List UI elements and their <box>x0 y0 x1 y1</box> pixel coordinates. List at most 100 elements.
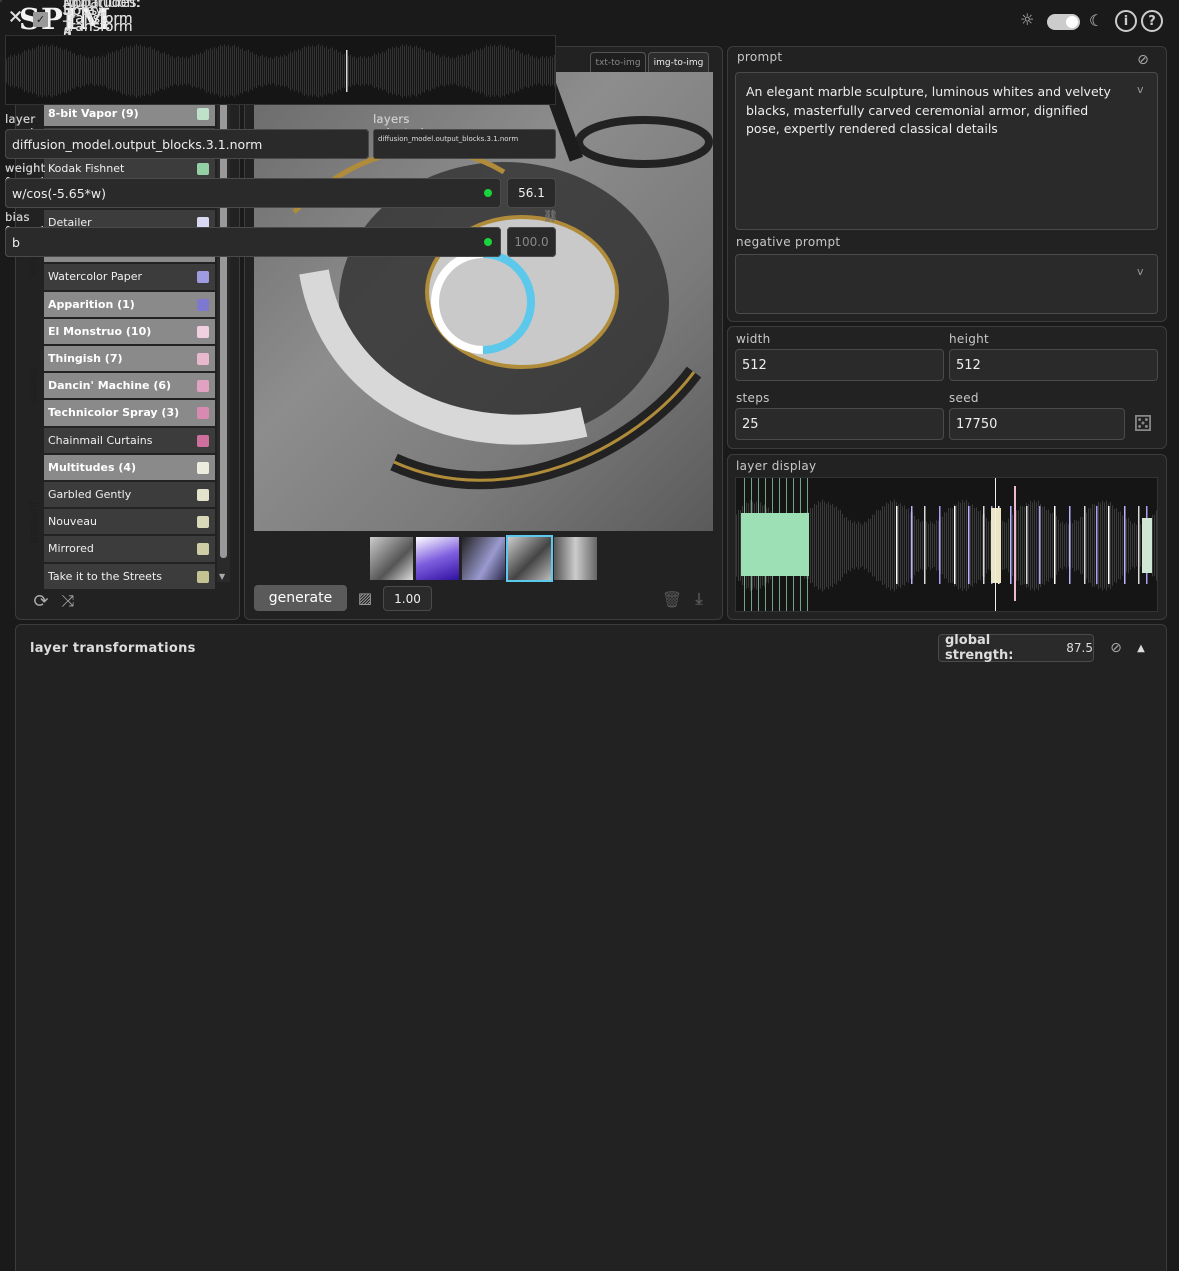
preset-item[interactable]: El Monstruo (10) <box>44 318 215 345</box>
layer-display-viz <box>735 477 1158 612</box>
shuffle-icon[interactable]: ⤨ <box>58 591 78 611</box>
tab-txt-to-img[interactable]: txt-to-img <box>590 52 646 72</box>
preset-swatch <box>197 380 209 393</box>
prompt-label: prompt <box>737 50 783 64</box>
layer-transforms-panel <box>15 624 1167 1271</box>
preset-item[interactable]: Garbled Gently <box>44 482 215 509</box>
preset-item-label: Take it to the Streets <box>48 569 162 583</box>
weight-strength-input[interactable]: 56.1 <box>507 178 556 208</box>
layer-display-label: layer display <box>736 459 817 473</box>
preset-group-bar: Jumbled <box>24 455 42 590</box>
preset-group-label: Jumbled <box>27 501 39 543</box>
strength-input[interactable]: 1.00 <box>383 586 432 611</box>
preset-item-label: 8-bit Vapor (9) <box>48 107 139 121</box>
generate-button[interactable]: generate <box>254 585 347 611</box>
preset-swatch <box>197 407 209 420</box>
theme-toggle[interactable] <box>1047 14 1080 30</box>
preset-item[interactable]: Apparition (1) <box>44 291 215 318</box>
download-icon[interactable]: ⤓ <box>689 589 709 609</box>
bias-formula-input[interactable]: b <box>5 227 501 257</box>
negative-prompt-textarea[interactable] <box>735 254 1158 314</box>
preset-swatch <box>197 353 209 365</box>
bias-strength-input[interactable]: 100.0 <box>507 227 556 257</box>
preset-swatch <box>197 461 209 474</box>
moon-icon: ☾ <box>1089 11 1104 30</box>
global-strength-box[interactable]: global strength: 87.5 <box>938 633 1094 663</box>
weight-formula-input[interactable]: w/cos(-5.65*w) <box>5 178 501 208</box>
preset-item[interactable]: Chainmail Curtains <box>44 427 215 454</box>
prompt-text: An elegant marble sculpture, luminous wh… <box>746 84 1111 136</box>
output-thumbnail[interactable] <box>506 535 553 582</box>
preset-item-label: Chainmail Curtains <box>48 433 153 447</box>
trash-icon[interactable]: 🗑 <box>662 589 682 609</box>
layer-mask-input[interactable]: diffusion_model.output_blocks.3.1.norm <box>5 129 369 159</box>
preset-item[interactable]: Take it to the Streets <box>44 563 215 590</box>
preset-swatch <box>197 434 209 447</box>
output-thumbnail[interactable] <box>370 537 413 580</box>
dice-icon[interactable]: ⚄ <box>1131 412 1155 437</box>
global-strength-label: global strength: <box>945 633 1014 663</box>
help-icon[interactable]: ? <box>1141 10 1163 32</box>
preset-swatch <box>197 298 209 311</box>
preset-item-label: Technicolor Spray (3) <box>48 406 180 420</box>
bias-valid-indicator <box>484 238 492 246</box>
steps-input[interactable]: 25 <box>735 408 944 440</box>
preset-item-label: Thingish (7) <box>48 352 123 366</box>
preset-item[interactable]: Watercolor Paper <box>44 264 215 291</box>
output-thumbnail[interactable] <box>554 537 597 580</box>
generate-button-label: generate <box>268 590 333 606</box>
preset-swatch <box>197 489 209 501</box>
weight-valid-indicator <box>484 189 492 197</box>
preset-item-label: Nouveau <box>48 515 97 529</box>
height-input[interactable]: 512 <box>949 349 1158 381</box>
transform-title: Multitudes: Transform 5 <box>63 0 142 43</box>
transform-card: ✕ ✓ Multitudes: Transform 5 <box>0 0 556 105</box>
transform-layer-viz <box>5 35 556 105</box>
preset-swatch <box>197 271 209 284</box>
preset-swatch <box>197 108 209 121</box>
preset-item-label: Garbled Gently <box>48 488 132 502</box>
layers-selected-list: diffusion_model.output_blocks.3.1.norm <box>373 129 556 159</box>
preset-item[interactable]: Nouveau <box>44 509 215 536</box>
remove-transform-icon[interactable]: ✕ <box>8 7 23 28</box>
sun-icon: ☼ <box>1020 10 1035 29</box>
collapse-icon[interactable]: ▲ <box>1133 640 1149 656</box>
unpin-icon[interactable]: ⊘ <box>1133 51 1153 69</box>
refresh-icon[interactable]: ⟳ <box>31 591 51 612</box>
width-label: width <box>736 332 771 346</box>
link-icon[interactable]: ⛓ <box>543 209 558 223</box>
seed-input[interactable]: 17750 <box>949 408 1125 440</box>
preset-swatch <box>197 162 209 175</box>
preset-item[interactable]: Dancin' Machine (6) <box>44 373 215 400</box>
preset-item[interactable]: Thingish (7) <box>44 346 215 373</box>
preset-group-bar: Surreal <box>24 319 42 454</box>
layer-transforms-title: layer transformations <box>30 641 196 656</box>
negative-expand-icon[interactable]: v <box>1137 265 1144 278</box>
output-thumbnail[interactable] <box>462 537 505 580</box>
image-icon[interactable]: ▨ <box>354 588 376 608</box>
preset-item[interactable]: Mirrored <box>44 536 215 563</box>
preset-group-label: Surreal <box>27 368 39 405</box>
layers-selected-item: diffusion_model.output_blocks.3.1.norm <box>378 135 519 143</box>
enable-checkbox[interactable]: ✓ <box>33 12 48 27</box>
preset-item[interactable]: 8-bit Vapor (9) <box>44 101 215 128</box>
preset-item-label: Dancin' Machine (6) <box>48 379 172 393</box>
preset-item[interactable]: Multitudes (4) <box>44 454 215 481</box>
preset-item-label: El Monstruo (10) <box>48 324 152 338</box>
unpin-transforms-icon[interactable]: ⊘ <box>1106 639 1126 657</box>
height-label: height <box>949 332 990 346</box>
tab-img-to-img[interactable]: img-to-img <box>648 52 709 72</box>
negative-prompt-label: negative prompt <box>736 235 841 249</box>
preset-swatch <box>197 570 209 583</box>
seed-label: seed <box>949 391 979 405</box>
prompt-expand-icon[interactable]: v <box>1137 83 1144 96</box>
output-thumbnail[interactable] <box>416 537 459 580</box>
preset-item[interactable]: Technicolor Spray (3) <box>44 400 215 427</box>
info-icon[interactable]: i <box>1115 10 1137 32</box>
preset-item-label: Kodak Fishnet <box>48 161 125 175</box>
prompt-textarea[interactable]: An elegant marble sculpture, luminous wh… <box>735 72 1158 230</box>
preset-item-label: Watercolor Paper <box>48 270 143 284</box>
preset-item-label: Multitudes (4) <box>48 460 137 474</box>
width-input[interactable]: 512 <box>735 349 944 381</box>
global-strength-value: 87.5 <box>1066 641 1093 655</box>
